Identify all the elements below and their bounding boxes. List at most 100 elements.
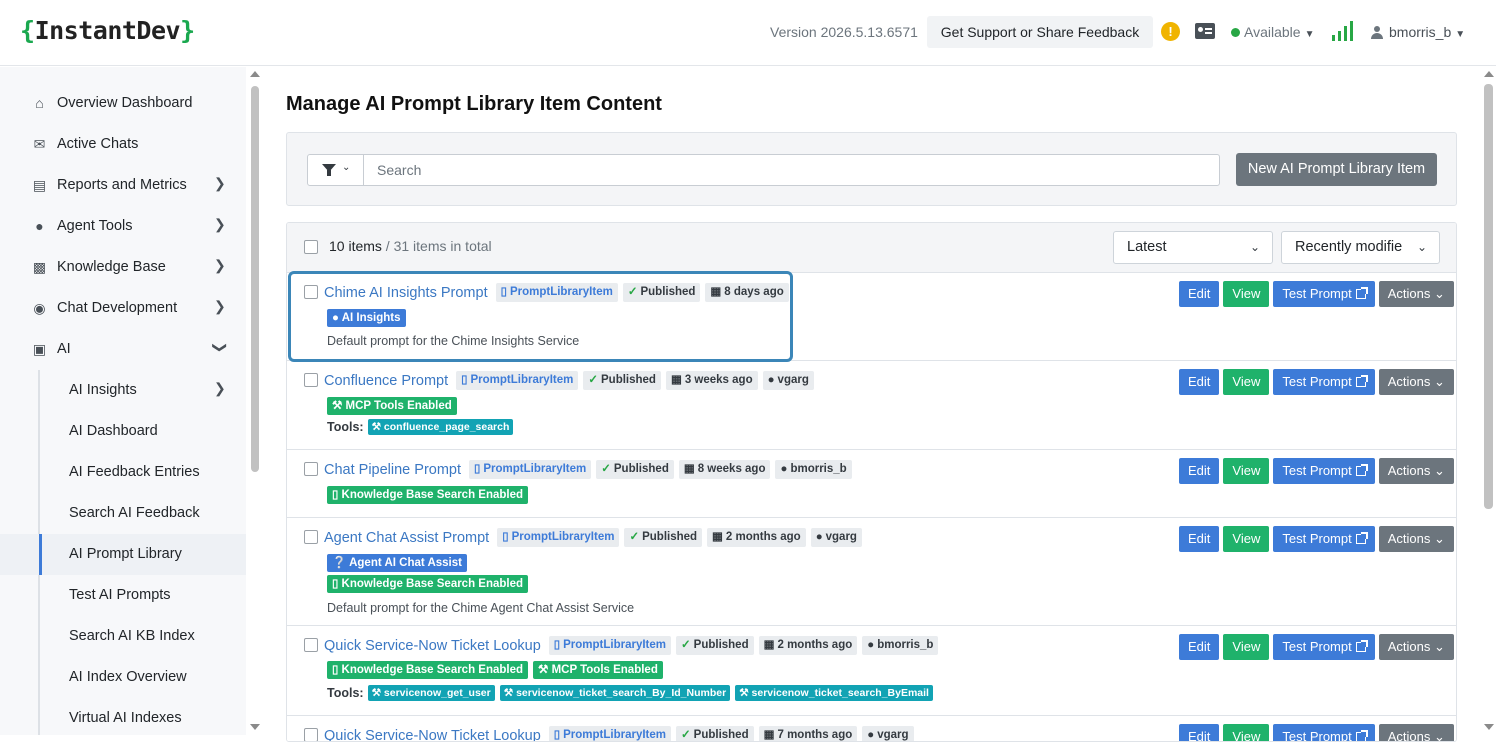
actions-dropdown-button[interactable]: Actions ⌄: [1379, 526, 1454, 552]
item-description: Default prompt for the Chime Insights Se…: [327, 334, 579, 348]
actions-dropdown-button[interactable]: Actions ⌄: [1379, 281, 1454, 307]
chevron-down-icon: ⌄: [1434, 374, 1445, 389]
view-button[interactable]: View: [1223, 526, 1269, 552]
external-link-icon: [1356, 289, 1366, 299]
row-checkbox[interactable]: [304, 285, 318, 299]
new-prompt-item-button[interactable]: New AI Prompt Library Item: [1236, 153, 1437, 186]
chevron-right-icon: ❯: [214, 216, 226, 233]
row-checkbox[interactable]: [304, 638, 318, 652]
sidebar-item-ai-insights[interactable]: AI Insights ❯: [0, 370, 246, 411]
item-count: 10 items / 31 items in total: [329, 238, 492, 254]
document-icon: ▯: [501, 283, 507, 302]
top-header: {InstantDev} Version 2026.5.13.6571 Get …: [0, 0, 1496, 66]
select-all-checkbox[interactable]: [304, 240, 318, 254]
sidebar-item-knowledge-base[interactable]: ▩ Knowledge Base ❯: [0, 247, 246, 288]
sidebar-item-ai-index-overview[interactable]: AI Index Overview: [0, 657, 246, 698]
chevron-down-icon: ⌄: [1250, 232, 1260, 263]
app-logo[interactable]: {InstantDev}: [20, 16, 195, 45]
chart-icon: ▤: [31, 178, 48, 193]
scroll-up-arrow-icon[interactable]: [250, 71, 260, 77]
main-scrollbar[interactable]: [1481, 67, 1496, 735]
item-title-link[interactable]: Confluence Prompt: [324, 373, 448, 389]
scroll-down-arrow-icon[interactable]: [250, 724, 260, 730]
edit-button[interactable]: Edit: [1179, 634, 1219, 660]
sidebar-item-agent-tools[interactable]: ● Agent Tools ❯: [0, 206, 246, 247]
actions-dropdown-button[interactable]: Actions ⌄: [1379, 458, 1454, 484]
sidebar-item-overview-dashboard[interactable]: ⌂ Overview Dashboard: [0, 83, 246, 124]
edit-button[interactable]: Edit: [1179, 369, 1219, 395]
test-prompt-button[interactable]: Test Prompt: [1273, 526, 1374, 552]
user-icon: [1371, 26, 1383, 38]
sidebar-item-test-ai-prompts[interactable]: Test AI Prompts: [0, 575, 246, 616]
item-title-link[interactable]: Agent Chat Assist Prompt: [324, 530, 489, 546]
type-tag[interactable]: ▯PromptLibraryItem: [549, 726, 671, 742]
edit-button[interactable]: Edit: [1179, 458, 1219, 484]
filter-dropdown-button[interactable]: ⌄: [307, 154, 364, 186]
table-row: Quick Service-Now Ticket Lookup ▯PromptL…: [287, 626, 1456, 716]
row-checkbox[interactable]: [304, 530, 318, 544]
search-input[interactable]: [363, 154, 1220, 186]
view-button[interactable]: View: [1223, 281, 1269, 307]
scroll-up-arrow-icon[interactable]: [1484, 71, 1494, 77]
type-tag[interactable]: ▯PromptLibraryItem: [549, 636, 671, 655]
scrollbar-thumb[interactable]: [251, 86, 259, 472]
test-prompt-button[interactable]: Test Prompt: [1273, 458, 1374, 484]
test-prompt-button[interactable]: Test Prompt: [1273, 369, 1374, 395]
sort-field-select[interactable]: Recently modifie⌄: [1281, 231, 1440, 264]
actions-dropdown-button[interactable]: Actions ⌄: [1379, 634, 1454, 660]
sidebar-item-search-ai-feedback[interactable]: Search AI Feedback: [0, 493, 246, 534]
type-tag[interactable]: ▯PromptLibraryItem: [497, 528, 619, 547]
view-button[interactable]: View: [1223, 458, 1269, 484]
type-tag[interactable]: ▯PromptLibraryItem: [456, 371, 578, 390]
availability-status-dropdown[interactable]: Available▼: [1231, 24, 1314, 40]
sidebar-item-label: AI Dashboard: [69, 423, 158, 439]
test-prompt-button[interactable]: Test Prompt: [1273, 724, 1374, 742]
item-title-link[interactable]: Chat Pipeline Prompt: [324, 462, 461, 478]
tool-badge: ⚒ servicenow_ticket_search_By_Id_Number: [500, 685, 730, 701]
version-label: Version 2026.5.13.6571: [770, 24, 918, 40]
row-actions: EditViewTest Prompt Actions ⌄: [1179, 724, 1454, 742]
sidebar-item-ai-dashboard[interactable]: AI Dashboard: [0, 411, 246, 452]
sidebar-item-virtual-ai-indexes[interactable]: Virtual AI Indexes: [0, 698, 246, 739]
table-row: Agent Chat Assist Prompt ▯PromptLibraryI…: [287, 518, 1456, 626]
sidebar-scrollbar[interactable]: [248, 67, 262, 735]
sidebar-item-active-chats[interactable]: ✉ Active Chats: [0, 124, 246, 165]
sidebar-item-ai-prompt-library[interactable]: AI Prompt Library: [0, 534, 246, 575]
sidebar-item-label: Chat Development: [57, 300, 177, 316]
view-button[interactable]: View: [1223, 634, 1269, 660]
scroll-down-arrow-icon[interactable]: [1484, 724, 1494, 730]
type-tag[interactable]: ▯PromptLibraryItem: [496, 283, 618, 302]
support-feedback-button[interactable]: Get Support or Share Feedback: [927, 16, 1153, 48]
feature-badge: ⚒ MCP Tools Enabled: [327, 397, 457, 415]
test-prompt-button[interactable]: Test Prompt: [1273, 281, 1374, 307]
id-card-icon[interactable]: [1195, 23, 1215, 39]
item-title-link[interactable]: Quick Service-Now Ticket Lookup: [324, 638, 541, 654]
view-button[interactable]: View: [1223, 724, 1269, 742]
sort-order-select[interactable]: Latest⌄: [1113, 231, 1273, 264]
edit-button[interactable]: Edit: [1179, 281, 1219, 307]
sidebar-item-ai[interactable]: ▣ AI ❯: [0, 329, 246, 370]
actions-dropdown-button[interactable]: Actions ⌄: [1379, 724, 1454, 742]
edit-button[interactable]: Edit: [1179, 724, 1219, 742]
warning-icon[interactable]: !: [1161, 22, 1180, 41]
sidebar-item-label: Knowledge Base: [57, 259, 166, 275]
item-title-link[interactable]: Chime AI Insights Prompt: [324, 285, 488, 301]
actions-dropdown-button[interactable]: Actions ⌄: [1379, 369, 1454, 395]
sidebar-item-chat-development[interactable]: ◉ Chat Development ❯: [0, 288, 246, 329]
sidebar-item-ai-feedback-entries[interactable]: AI Feedback Entries: [0, 452, 246, 493]
row-checkbox[interactable]: [304, 728, 318, 742]
test-prompt-button[interactable]: Test Prompt: [1273, 634, 1374, 660]
user-menu[interactable]: bmorris_b▼: [1371, 24, 1465, 40]
row-checkbox[interactable]: [304, 373, 318, 387]
view-button[interactable]: View: [1223, 369, 1269, 395]
type-tag[interactable]: ▯PromptLibraryItem: [469, 460, 591, 479]
sidebar-item-reports-and-metrics[interactable]: ▤ Reports and Metrics ❯: [0, 165, 246, 206]
edit-button[interactable]: Edit: [1179, 526, 1219, 552]
scrollbar-thumb[interactable]: [1484, 84, 1493, 509]
author-badge: ●vgarg: [862, 726, 913, 742]
row-checkbox[interactable]: [304, 462, 318, 476]
external-link-icon: [1356, 466, 1366, 476]
calendar-icon: ▦: [671, 371, 682, 390]
sidebar-item-search-ai-kb-index[interactable]: Search AI KB Index: [0, 616, 246, 657]
sidebar-item-label: Agent Tools: [57, 218, 133, 234]
